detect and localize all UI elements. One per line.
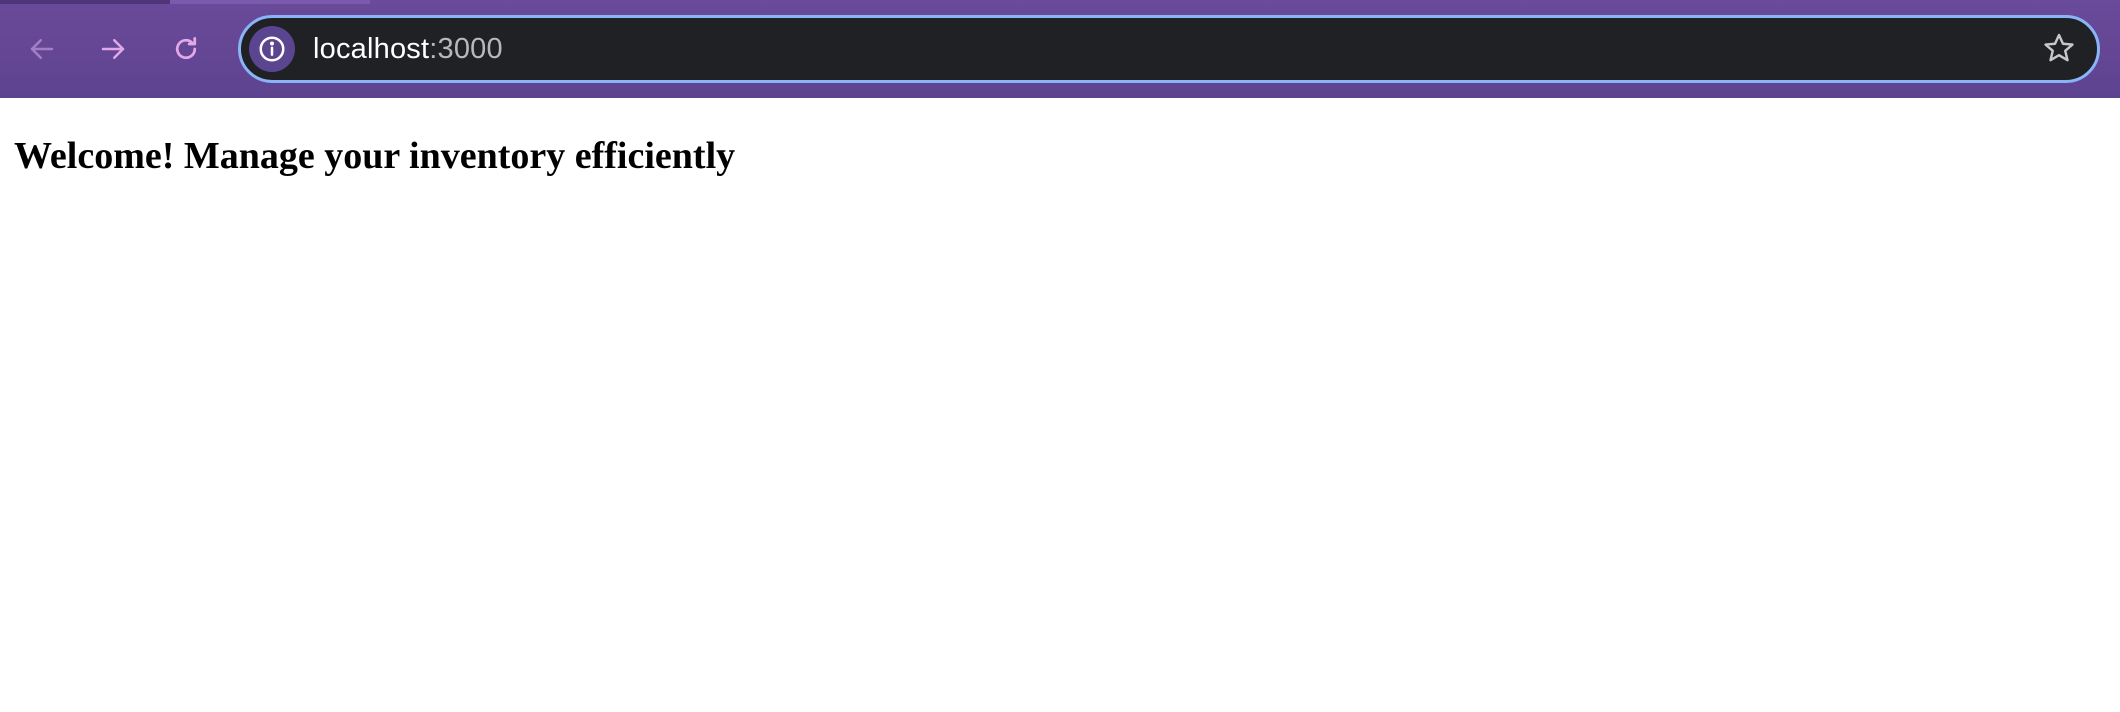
info-icon xyxy=(259,36,285,62)
address-bar[interactable]: localhost:3000 xyxy=(238,15,2100,83)
arrow-left-icon xyxy=(30,39,54,59)
reload-icon xyxy=(175,37,197,60)
bookmark-button[interactable] xyxy=(2039,28,2079,68)
url-host: localhost xyxy=(313,33,430,65)
site-info-button[interactable] xyxy=(249,26,295,72)
back-button[interactable] xyxy=(19,26,65,72)
page-heading: Welcome! Manage your inventory efficient… xyxy=(14,135,736,177)
browser-toolbar: localhost:3000 xyxy=(0,0,2120,98)
forward-button[interactable] xyxy=(90,26,136,72)
reload-button[interactable] xyxy=(163,26,209,72)
arrow-right-icon xyxy=(101,39,125,59)
url-text[interactable]: localhost:3000 xyxy=(313,18,503,80)
page-content: Welcome! Manage your inventory efficient… xyxy=(0,98,2120,178)
url-port: :3000 xyxy=(429,33,503,65)
tab-strip xyxy=(0,0,370,4)
star-icon xyxy=(2044,33,2074,62)
